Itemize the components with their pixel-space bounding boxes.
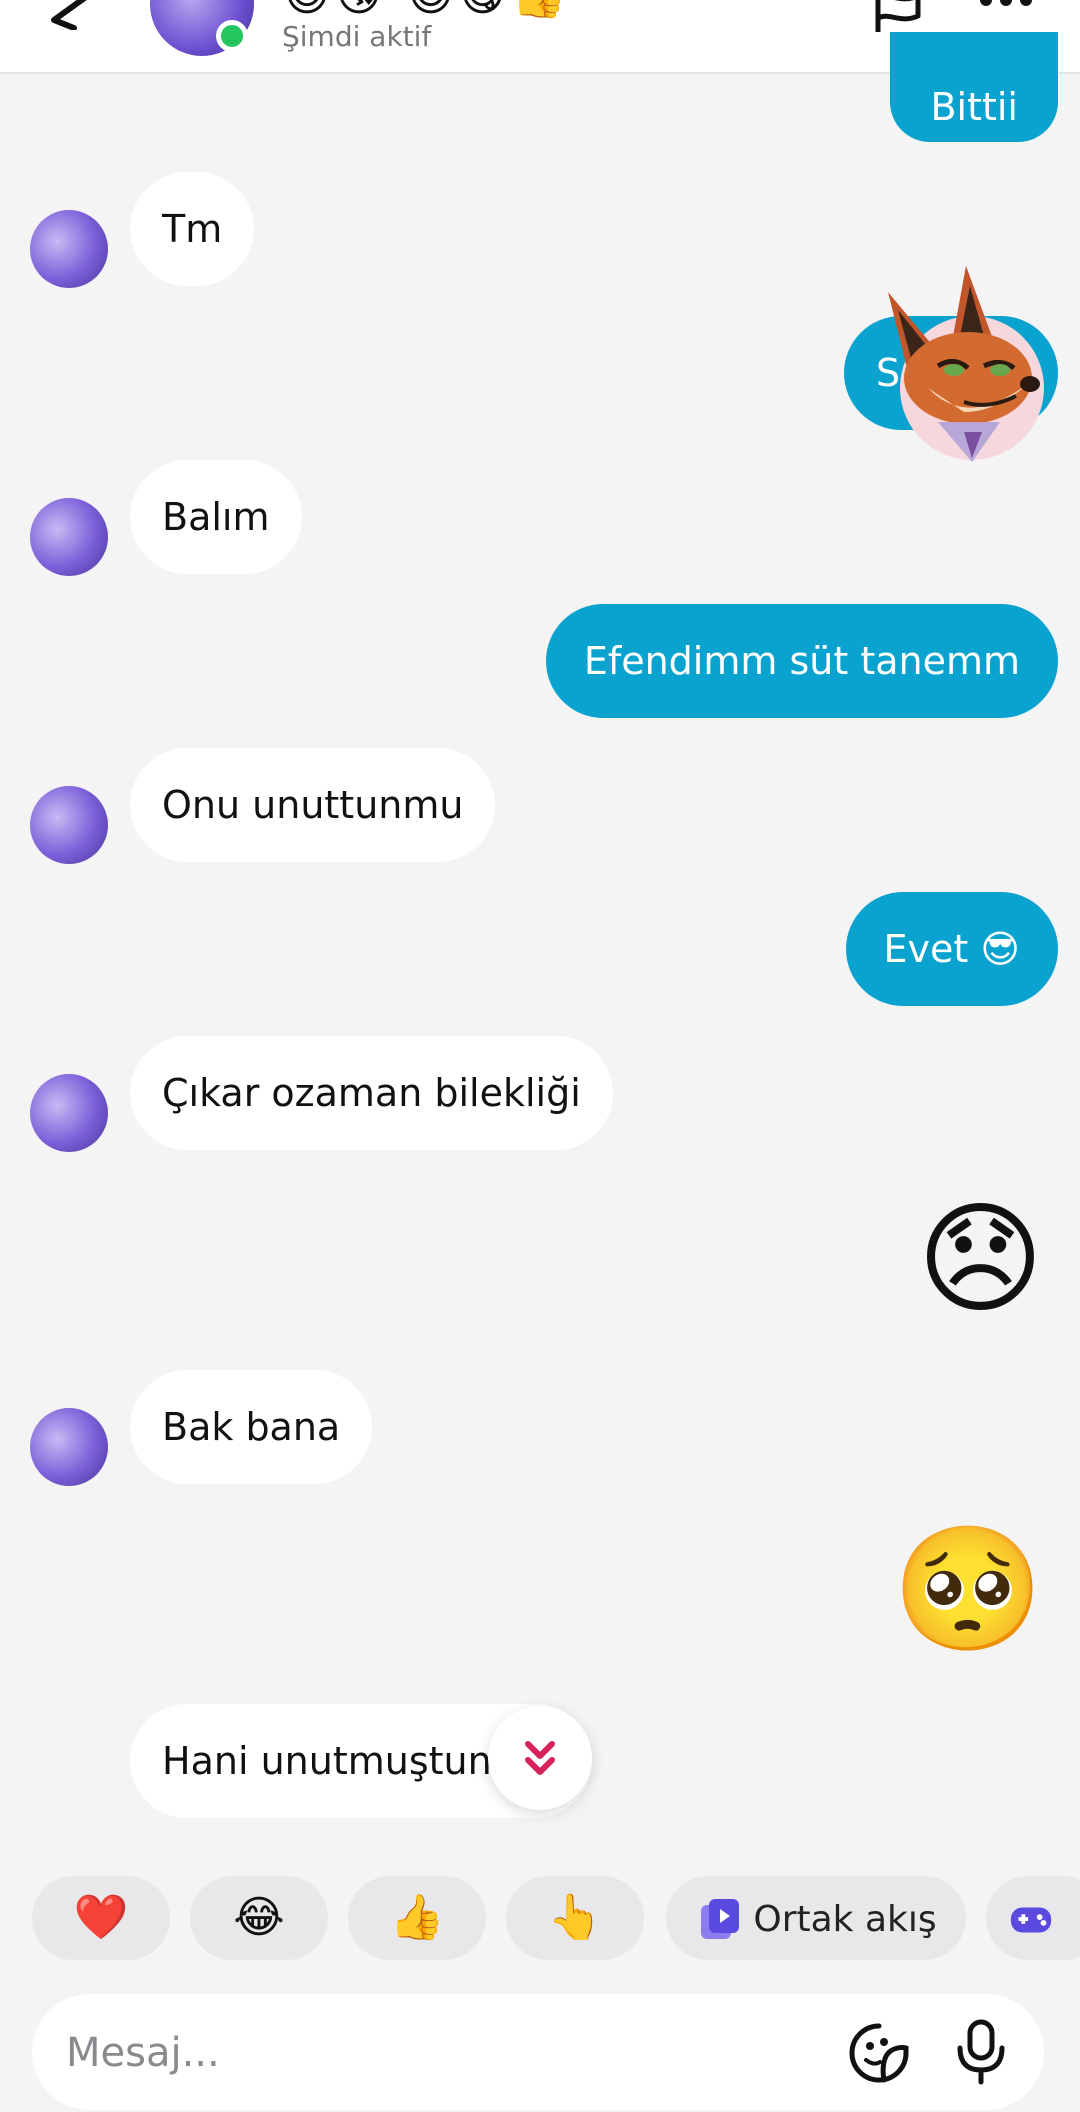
- quick-reactions-bar: ❤️ 😂 👍 👆 Ortak akış: [0, 1876, 1080, 1964]
- message-bubble-outgoing[interactable]: Bittii: [890, 32, 1058, 142]
- message-bubble-incoming[interactable]: Tm: [130, 172, 255, 286]
- fox-sticker-image[interactable]: [868, 262, 1048, 466]
- sender-avatar[interactable]: [30, 210, 108, 288]
- laughing-emoji: 😂: [233, 1892, 285, 1943]
- sender-avatar[interactable]: [30, 498, 108, 576]
- message-bubble-incoming[interactable]: Onu unuttunmu: [130, 748, 496, 862]
- message-composer: [32, 1994, 1044, 2110]
- message-list[interactable]: Bittii Tm Sıra Balım Efendimm süt tanemm…: [0, 32, 1080, 1864]
- online-status-dot: [216, 20, 248, 52]
- emoji-message-outgoing[interactable]: 🥺: [892, 1528, 1044, 1650]
- pointing-up-emoji: 👆: [547, 1892, 603, 1943]
- quick-reaction-laugh[interactable]: 😂: [190, 1876, 328, 1960]
- scroll-to-bottom-button[interactable]: [488, 1706, 592, 1810]
- sender-avatar[interactable]: [30, 1074, 108, 1152]
- shared-feed-label: Ortak akış: [753, 1899, 937, 1940]
- message-bubble-incoming[interactable]: Çıkar ozaman bilekliği: [130, 1036, 613, 1150]
- emoji-message-outgoing[interactable]: 😞: [917, 1198, 1044, 1320]
- active-status-text: Şimdi aktif: [282, 20, 432, 53]
- message-bubble-outgoing[interactable]: Efendimm süt tanemm: [545, 604, 1058, 718]
- flag-icon[interactable]: [872, 0, 924, 32]
- double-chevron-down-icon: [525, 1741, 555, 1775]
- message-input[interactable]: [64, 2016, 828, 2090]
- quick-reaction-thumbs-up[interactable]: 👍: [348, 1876, 486, 1960]
- contact-name[interactable]: 😊😘 😎😋👍: [284, 0, 572, 18]
- game-controller-icon: [1010, 1907, 1052, 1933]
- sender-avatar[interactable]: [30, 1408, 108, 1486]
- back-arrow-icon[interactable]: [40, 0, 100, 30]
- more-options-icon[interactable]: [976, 0, 1036, 12]
- shared-feed-icon: [701, 1899, 740, 1939]
- shared-feed-button[interactable]: Ortak akış: [666, 1876, 966, 1960]
- quick-reaction-heart[interactable]: ❤️: [32, 1876, 170, 1960]
- message-bubble-incoming[interactable]: Bak bana: [130, 1370, 373, 1484]
- message-bubble-outgoing[interactable]: Evet 😎: [845, 892, 1058, 1006]
- heart-emoji: ❤️: [73, 1892, 129, 1943]
- message-bubble-incoming[interactable]: Balım: [130, 460, 302, 574]
- games-button[interactable]: [986, 1876, 1080, 1960]
- sender-avatar[interactable]: [30, 786, 108, 864]
- thumbs-up-emoji: 👍: [389, 1892, 445, 1943]
- microphone-icon[interactable]: [954, 2018, 1008, 2086]
- quick-reaction-pointing-up[interactable]: 👆: [506, 1876, 644, 1960]
- sticker-icon[interactable]: [848, 2022, 910, 2084]
